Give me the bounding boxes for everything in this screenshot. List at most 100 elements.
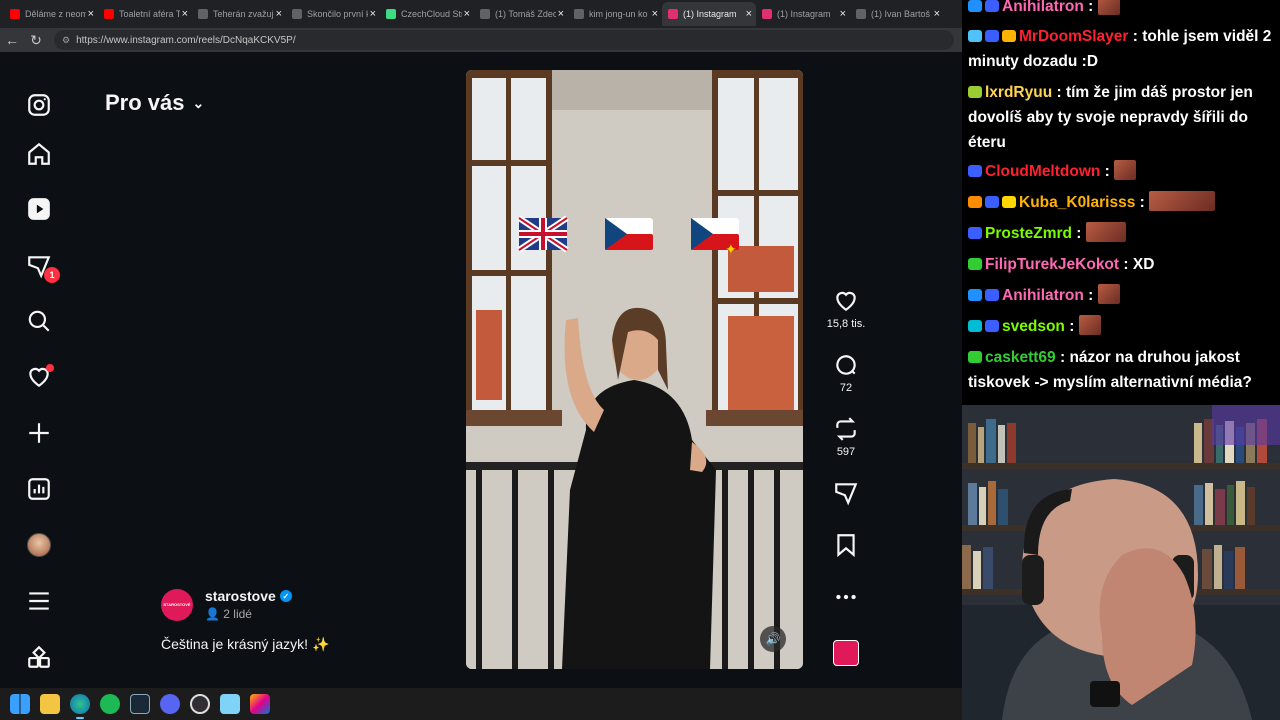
- chat-badge-icon: [968, 165, 982, 177]
- tab-close-icon[interactable]: ×: [746, 8, 752, 20]
- reload-icon[interactable]: ↻: [24, 32, 48, 49]
- browser-tab[interactable]: (1) Instagram ×: [662, 2, 756, 26]
- browser-tab[interactable]: kim jong-un ko ×: [568, 2, 662, 26]
- people-count[interactable]: 2 lidé: [223, 607, 252, 621]
- browser-tab[interactable]: Děláme z neomez×: [4, 2, 98, 26]
- video-frame-image: ✦: [466, 70, 803, 669]
- discord-icon[interactable]: [160, 694, 180, 714]
- chat-message: ProsteZmrd :: [968, 221, 1276, 246]
- chat-username[interactable]: FilipTurekJeKokot: [985, 256, 1119, 273]
- tab-close-icon[interactable]: ×: [370, 8, 376, 20]
- browser-tab-bar: Děláme z neomez×Toaletní aféra T×Teherán…: [0, 0, 962, 28]
- browser-tab[interactable]: Skončilo první k ×: [286, 2, 380, 26]
- chat-username[interactable]: Kuba_K0larisss: [1019, 194, 1135, 211]
- chat-username[interactable]: lxrdRyuu: [985, 84, 1052, 101]
- chat-message: CloudMeltdown :: [968, 159, 1276, 184]
- share-button[interactable]: [818, 480, 874, 510]
- tab-close-icon[interactable]: ×: [182, 8, 188, 20]
- browser-tab[interactable]: (1) Tomáš Zdech×: [474, 2, 568, 26]
- tab-title: Teherán zvažuje: [213, 9, 274, 19]
- tab-close-icon[interactable]: ×: [558, 8, 564, 20]
- audio-thumbnail[interactable]: [833, 640, 859, 666]
- instagram-logo-icon[interactable]: [24, 90, 54, 120]
- tab-close-icon[interactable]: ×: [464, 8, 470, 20]
- profile-avatar[interactable]: [24, 530, 54, 560]
- notepad-icon[interactable]: [220, 694, 240, 714]
- reels-icon[interactable]: [24, 194, 54, 224]
- more-icon: [836, 594, 856, 600]
- repost-button[interactable]: 597: [818, 416, 874, 458]
- tab-favicon-icon: [668, 9, 678, 19]
- chat-message: FilipTurekJeKokot : XD: [968, 252, 1276, 277]
- obs-icon[interactable]: [190, 694, 210, 714]
- tab-title: (1) Tomáš Zdech: [495, 9, 556, 19]
- create-icon[interactable]: [24, 418, 54, 448]
- chat-username[interactable]: svedson: [1002, 318, 1065, 335]
- steam-icon[interactable]: [130, 694, 150, 714]
- tab-close-icon[interactable]: ×: [652, 8, 658, 20]
- chat-badge-icon: [968, 258, 982, 270]
- author-name[interactable]: starostove: [205, 588, 276, 604]
- windows-start-icon[interactable]: [10, 694, 30, 714]
- heart-notifications-icon[interactable]: [24, 362, 54, 392]
- chat-message: svedson :: [968, 314, 1276, 339]
- search-icon[interactable]: [24, 306, 54, 336]
- like-button[interactable]: 15,8 tis.: [818, 288, 874, 330]
- author-avatar[interactable]: STAROSTOVÉ: [161, 588, 193, 621]
- back-icon[interactable]: ←: [0, 32, 24, 48]
- edge-browser-icon[interactable]: [70, 694, 90, 719]
- volume-icon[interactable]: 🔊: [760, 626, 786, 652]
- more-options-button[interactable]: [818, 584, 874, 614]
- menu-icon[interactable]: [24, 586, 54, 616]
- chat-message: Anihilatron :: [968, 283, 1276, 308]
- windows-taskbar: [0, 688, 962, 720]
- address-bar[interactable]: ⚙ https://www.instagram.com/reels/DcNqaK…: [54, 30, 954, 50]
- chat-username[interactable]: ProsteZmrd: [985, 225, 1072, 242]
- chat-username[interactable]: CloudMeltdown: [985, 163, 1100, 180]
- messages-icon[interactable]: 1: [24, 251, 60, 283]
- tab-favicon-icon: [292, 9, 302, 19]
- save-button[interactable]: [818, 532, 874, 562]
- chat-username[interactable]: MrDoomSlayer: [1019, 28, 1128, 45]
- insights-icon[interactable]: [24, 474, 54, 504]
- more-apps-icon[interactable]: [24, 642, 54, 672]
- tab-favicon-icon: [762, 9, 772, 19]
- home-icon[interactable]: [24, 139, 54, 169]
- bookmark-icon: [837, 534, 855, 558]
- feed-selector[interactable]: Pro vás ⌄: [105, 90, 204, 116]
- chat-emote: [1149, 191, 1216, 211]
- chat-username[interactable]: caskett69: [985, 349, 1056, 366]
- copilot-icon[interactable]: [250, 694, 270, 714]
- file-explorer-icon[interactable]: [40, 694, 60, 714]
- tab-title: (1) Ivan Bartoš: [871, 9, 931, 19]
- spotify-icon[interactable]: [100, 694, 120, 714]
- tab-favicon-icon: [198, 9, 208, 19]
- svg-text:✦: ✦: [725, 242, 737, 258]
- comment-button[interactable]: 72: [818, 352, 874, 394]
- chat-badge-icon: [985, 320, 999, 332]
- tab-close-icon[interactable]: ×: [88, 8, 94, 20]
- tab-title: (1) Instagram: [683, 9, 737, 19]
- instagram-reels-page: 1 Pro vás ⌄ ✦ 🔊 15,8 tis. 72 597 STAROST…: [0, 52, 962, 688]
- tab-favicon-icon: [386, 9, 396, 19]
- url-text: https://www.instagram.com/reels/DcNqaKCK…: [76, 34, 296, 46]
- chat-username[interactable]: Anihilatron: [1002, 287, 1084, 304]
- browser-tab[interactable]: (1) Ivan Bartoš ×: [850, 2, 944, 26]
- browser-tab[interactable]: CzechCloud Str ×: [380, 2, 474, 26]
- tab-close-icon[interactable]: ×: [840, 8, 846, 20]
- chat-username[interactable]: Anihilatron: [1002, 0, 1084, 15]
- tab-close-icon[interactable]: ×: [276, 8, 282, 20]
- chat-separator: :: [1100, 163, 1115, 180]
- browser-tab[interactable]: Toaletní aféra T ×: [98, 2, 192, 26]
- tab-close-icon[interactable]: ×: [934, 8, 940, 20]
- chat-emote: [1114, 160, 1137, 180]
- browser-tab[interactable]: (1) Instagram ×: [756, 2, 850, 26]
- chat-emote: [1097, 0, 1120, 15]
- site-info-icon[interactable]: ⚙: [62, 35, 70, 46]
- tab-favicon-icon: [10, 9, 20, 19]
- sidebar: 1: [0, 52, 76, 688]
- browser-tab[interactable]: Teherán zvažuje ×: [192, 2, 286, 26]
- reel-video[interactable]: ✦ 🔊: [466, 70, 803, 669]
- chat-badge-icon: [968, 196, 982, 208]
- chat-emote: [1078, 315, 1101, 335]
